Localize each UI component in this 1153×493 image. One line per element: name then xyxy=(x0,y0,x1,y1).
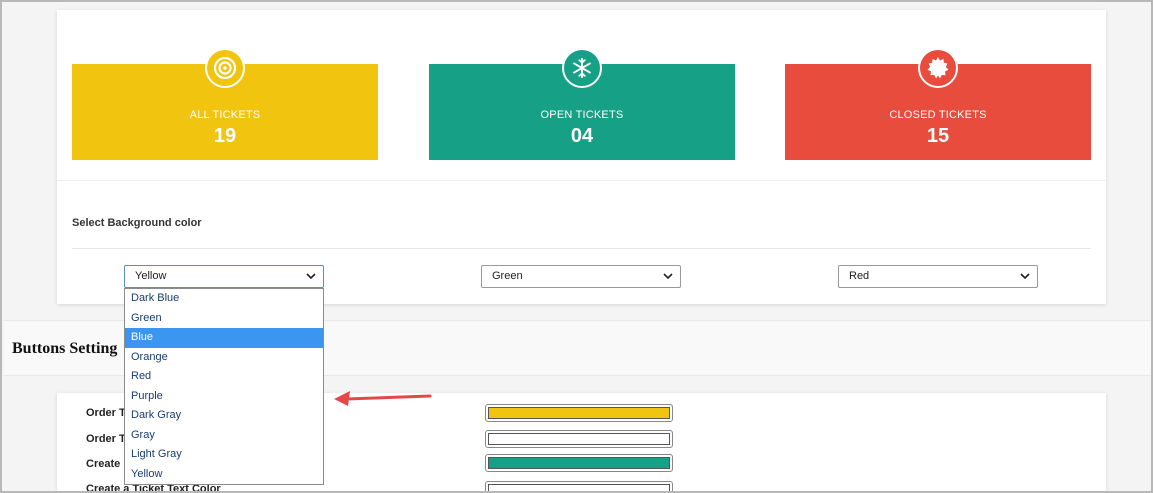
open-tickets-label: OPEN TICKETS xyxy=(540,109,624,121)
chevron-down-icon xyxy=(306,273,316,280)
buttons-setting-title: Buttons Setting xyxy=(12,340,118,357)
option-red[interactable]: Red xyxy=(125,367,323,387)
closed-tickets-card: CLOSED TICKETS 15 xyxy=(785,48,1091,160)
target-icon xyxy=(205,48,245,88)
page-frame: ALL TICKETS 19 OPEN TICKETS 04 CLOSED TI… xyxy=(0,0,1153,493)
option-yellow[interactable]: Yellow xyxy=(125,465,323,485)
select-value: Green xyxy=(492,270,523,282)
open-tickets-count: 04 xyxy=(570,125,594,147)
closed-tickets-label: CLOSED TICKETS xyxy=(889,109,987,121)
color-swatch-input[interactable] xyxy=(485,454,673,472)
option-blue[interactable]: Blue xyxy=(125,328,323,348)
all-tickets-count: 19 xyxy=(213,125,237,147)
option-dark-gray[interactable]: Dark Gray xyxy=(125,406,323,426)
red-card-color-select[interactable]: Red xyxy=(838,265,1038,288)
color-options-dropdown: Dark Blue Green Blue Orange Red Purple D… xyxy=(124,288,324,485)
row-label: Order T xyxy=(86,407,126,419)
chevron-down-icon xyxy=(663,273,673,280)
swatch-fill xyxy=(488,484,670,491)
section-separator xyxy=(72,248,1091,249)
swatch-fill xyxy=(488,407,670,419)
color-swatch-input[interactable] xyxy=(485,404,673,422)
color-swatch-input[interactable] xyxy=(485,430,673,448)
option-light-gray[interactable]: Light Gray xyxy=(125,445,323,465)
background-color-label: Select Background color xyxy=(72,217,202,229)
row-label: Order T xyxy=(86,433,126,445)
yellow-card-color-select[interactable]: Yellow xyxy=(124,265,324,288)
row-label: Create xyxy=(86,458,121,470)
section-divider xyxy=(57,180,1106,181)
snowflake-icon xyxy=(562,48,602,88)
option-orange[interactable]: Orange xyxy=(125,348,323,368)
option-dark-blue[interactable]: Dark Blue xyxy=(125,289,323,309)
select-value: Yellow xyxy=(135,270,167,282)
option-purple[interactable]: Purple xyxy=(125,387,323,407)
color-swatch-input[interactable] xyxy=(485,481,673,491)
badge-seal-icon xyxy=(918,48,958,88)
ticket-stats-panel: ALL TICKETS 19 OPEN TICKETS 04 CLOSED TI… xyxy=(57,10,1106,485)
open-tickets-card: OPEN TICKETS 04 xyxy=(429,48,735,160)
option-gray[interactable]: Gray xyxy=(125,426,323,446)
annotation-arrow-icon xyxy=(334,391,432,406)
option-green[interactable]: Green xyxy=(125,309,323,329)
green-card-color-select[interactable]: Green xyxy=(481,265,681,288)
select-value: Red xyxy=(849,270,870,282)
chevron-down-icon xyxy=(1020,273,1030,280)
swatch-fill xyxy=(488,457,670,469)
closed-tickets-count: 15 xyxy=(926,125,950,147)
swatch-fill xyxy=(488,433,670,445)
all-tickets-card: ALL TICKETS 19 xyxy=(72,48,378,160)
all-tickets-label: ALL TICKETS xyxy=(189,109,261,121)
